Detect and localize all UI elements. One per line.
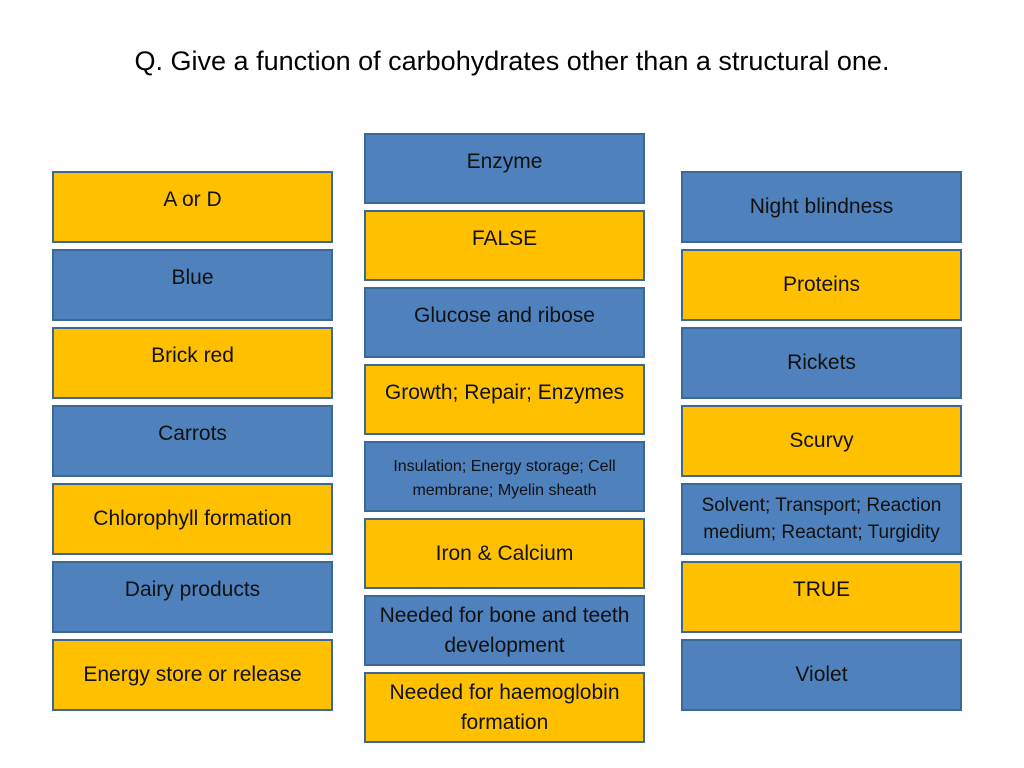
answer-card[interactable]: Needed for haemoglobin formation: [364, 672, 645, 743]
answer-column-left: A or D Blue Brick red Carrots Chlorophyl…: [52, 171, 333, 717]
answer-text: Solvent; Transport; Reaction medium; Rea…: [701, 495, 942, 543]
answer-text: Night blindness: [749, 195, 894, 218]
answer-card[interactable]: A or D: [52, 171, 333, 243]
answer-card[interactable]: Glucose and ribose: [364, 287, 645, 358]
answer-card[interactable]: Enzyme: [364, 133, 645, 204]
answer-text: A or D: [163, 188, 222, 211]
answer-card[interactable]: Scurvy: [681, 405, 962, 477]
answer-text: TRUE: [792, 578, 851, 601]
answer-card[interactable]: Rickets: [681, 327, 962, 399]
answer-card[interactable]: FALSE: [364, 210, 645, 281]
answer-card[interactable]: TRUE: [681, 561, 962, 633]
answer-card[interactable]: Night blindness: [681, 171, 962, 243]
answer-text: FALSE: [471, 227, 538, 250]
answer-card[interactable]: Growth; Repair; Enzymes: [364, 364, 645, 435]
answer-text: Dairy products: [124, 578, 261, 601]
answer-text: Needed for haemoglobin formation: [389, 680, 620, 734]
answer-card[interactable]: Brick red: [52, 327, 333, 399]
answer-column-middle: Enzyme FALSE Glucose and ribose Growth; …: [364, 133, 645, 749]
answer-text: Rickets: [787, 351, 856, 374]
answer-text: Glucose and ribose: [414, 304, 595, 327]
answer-text: Enzyme: [466, 150, 543, 173]
answer-card[interactable]: Energy store or release: [52, 639, 333, 711]
question-title: Q. Give a function of carbohydrates othe…: [134, 46, 890, 76]
answer-text: Growth; Repair; Enzymes: [384, 381, 625, 404]
answer-text: Blue: [171, 266, 214, 289]
answer-card[interactable]: Iron & Calcium: [364, 518, 645, 589]
answer-card[interactable]: Carrots: [52, 405, 333, 477]
answer-card[interactable]: Insulation; Energy storage; Cell membran…: [364, 441, 645, 512]
answer-card[interactable]: Dairy products: [52, 561, 333, 633]
answer-text: Chlorophyll formation: [93, 507, 292, 530]
answer-text: Energy store or release: [83, 663, 302, 686]
answer-card[interactable]: Proteins: [681, 249, 962, 321]
answer-text: Scurvy: [789, 429, 854, 452]
answer-text: Iron & Calcium: [435, 541, 574, 565]
answer-text: Carrots: [158, 422, 227, 445]
answer-text: Brick red: [151, 344, 234, 367]
answer-card[interactable]: Blue: [52, 249, 333, 321]
answer-text: Violet: [795, 663, 848, 686]
answer-card[interactable]: Chlorophyll formation: [52, 483, 333, 555]
answer-card[interactable]: Violet: [681, 639, 962, 711]
answer-card[interactable]: Needed for bone and teeth development: [364, 595, 645, 666]
answer-column-right: Night blindness Proteins Rickets Scurvy …: [681, 171, 962, 717]
answer-text: Proteins: [782, 273, 861, 296]
answer-text: Insulation; Energy storage; Cell membran…: [393, 458, 616, 499]
answer-text: Needed for bone and teeth development: [379, 603, 630, 657]
answer-card[interactable]: Solvent; Transport; Reaction medium; Rea…: [681, 483, 962, 555]
